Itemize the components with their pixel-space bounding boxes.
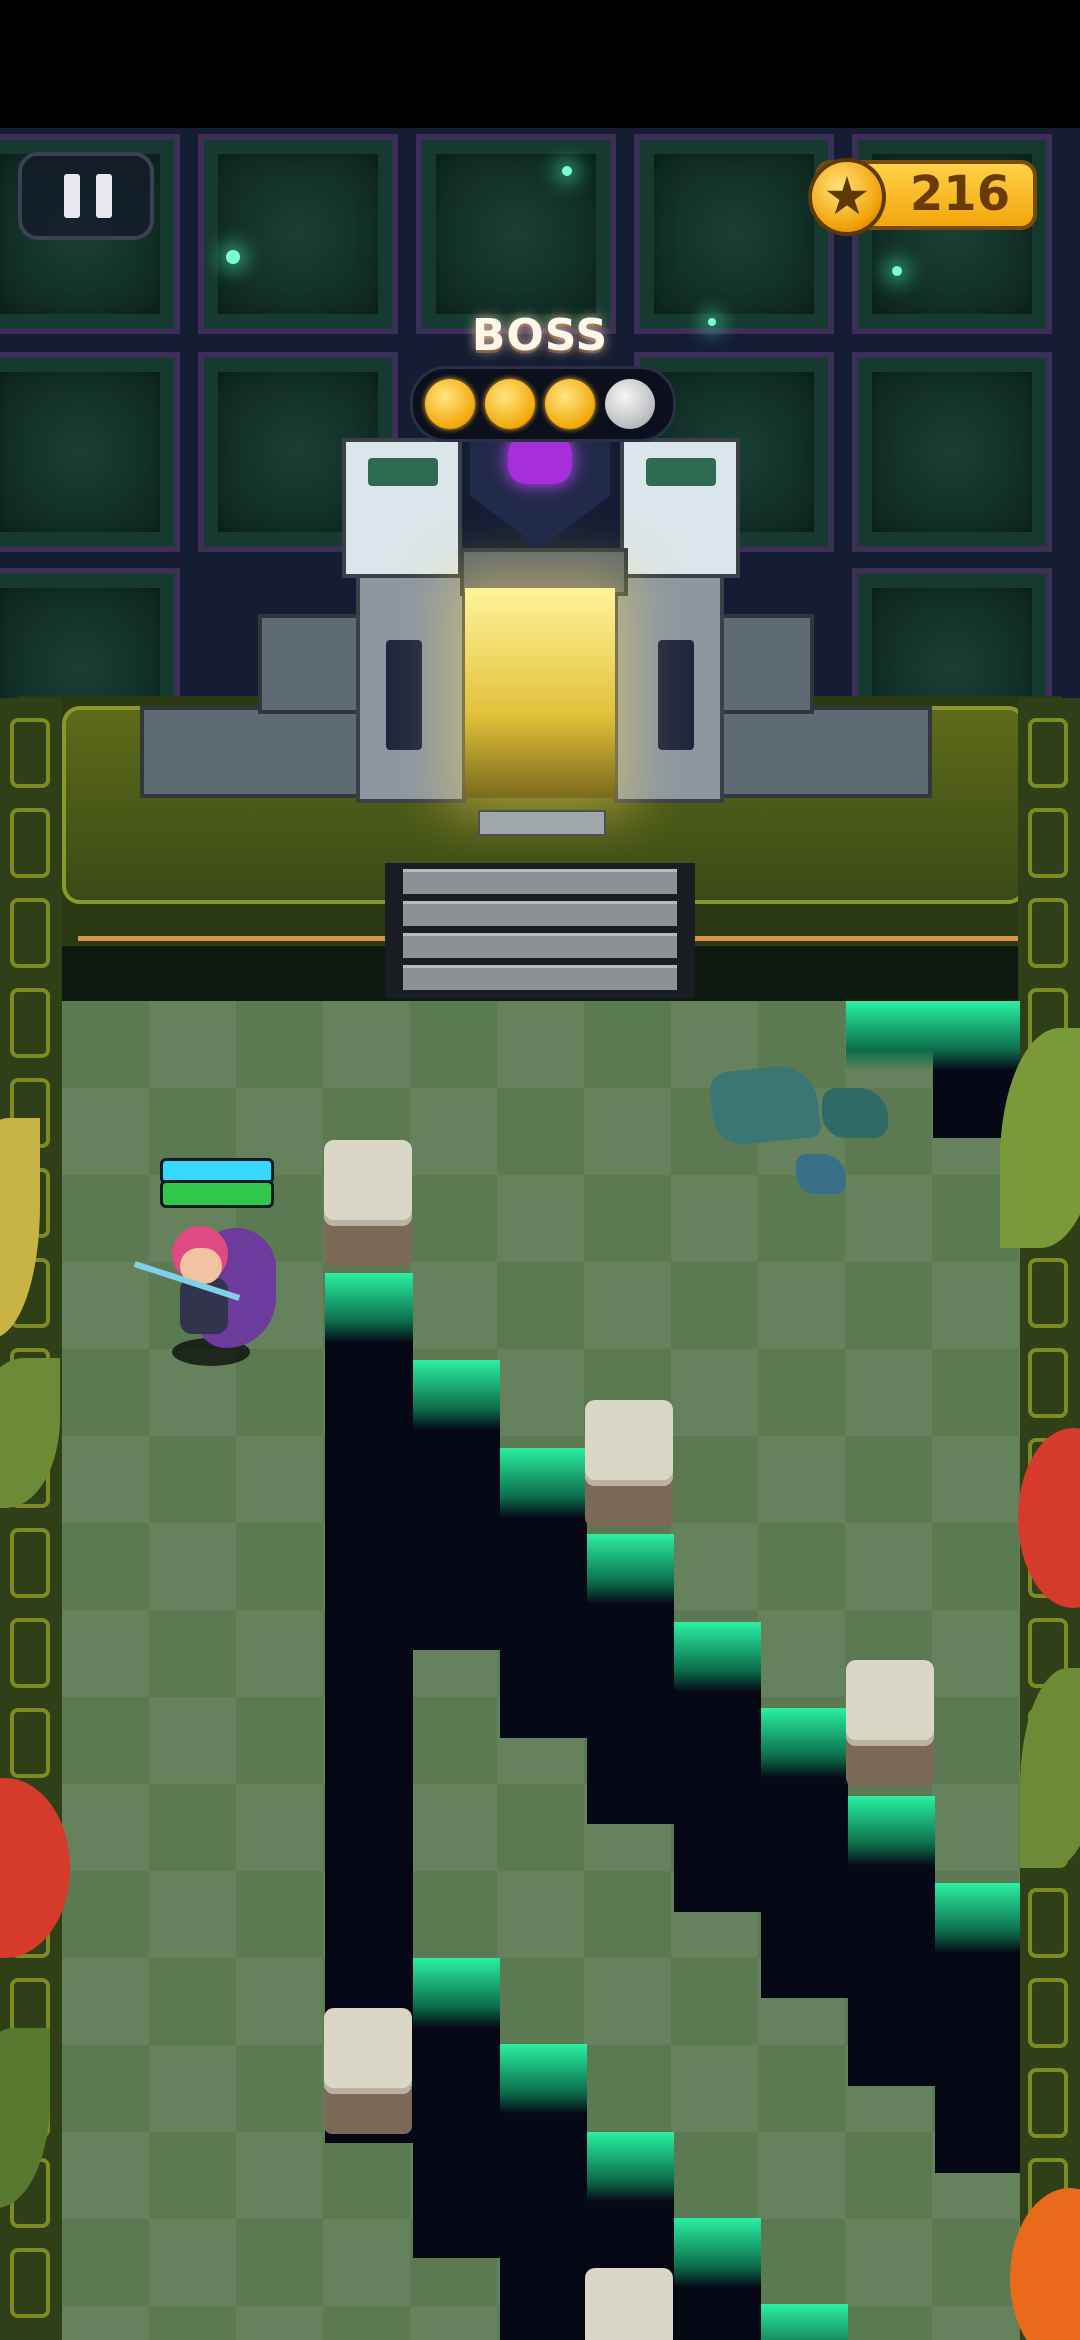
pit-edge-glow (587, 1534, 674, 1604)
door-mat (478, 810, 606, 836)
player-hero[interactable] (133, 1158, 280, 1366)
gate-wing-left (140, 706, 380, 798)
star-coin-icon (808, 158, 886, 236)
pit-edge-glow (500, 2044, 587, 2114)
star-coin-icon (545, 379, 595, 429)
boss-door[interactable] (465, 588, 615, 798)
gate-cap-left (342, 438, 462, 578)
sparkle (562, 166, 572, 176)
pit-edge-glow (587, 2132, 674, 2202)
sparkle (708, 318, 716, 326)
rubble-rock (822, 1088, 888, 1138)
star-rating (410, 366, 676, 442)
sparkle (226, 250, 240, 264)
gate-wing-right (700, 706, 932, 798)
pit-edge-glow (761, 1708, 848, 1778)
star-coin-icon (485, 379, 535, 429)
pit-edge-glow (413, 1958, 500, 2028)
pit-edge-glow (325, 1273, 413, 1343)
game-scene: BOSS (0, 128, 1080, 2340)
sparkle (892, 266, 902, 276)
stone-block[interactable] (324, 2008, 426, 2148)
gate-tower-left (356, 568, 466, 803)
stone-block[interactable] (585, 1400, 687, 1540)
pit-edge-glow (761, 2304, 848, 2340)
rubble-rock (796, 1154, 846, 1194)
pit-edge-glow (848, 1796, 935, 1866)
gate-tower-right (614, 568, 724, 803)
pit-edge-glow (846, 1001, 1020, 1071)
gate-cap-right (620, 438, 740, 578)
star-coin-empty-icon (605, 379, 655, 429)
pit-edge-glow (500, 1448, 587, 1518)
pit-edge-glow (413, 1360, 500, 1430)
coin-count: 216 (909, 166, 1011, 222)
pause-button[interactable] (18, 152, 154, 240)
stairs (385, 863, 695, 998)
star-coin-icon (425, 379, 475, 429)
stone-block[interactable] (324, 1140, 426, 1280)
pit-edge-glow (674, 1622, 761, 1692)
stone-block[interactable] (585, 2268, 687, 2340)
pit-edge-glow (935, 1883, 1020, 1953)
pit-edge-glow (674, 2218, 761, 2288)
stone-block[interactable] (846, 1660, 948, 1800)
boss-label: BOSS (471, 310, 609, 361)
health-bar (160, 1180, 274, 1208)
